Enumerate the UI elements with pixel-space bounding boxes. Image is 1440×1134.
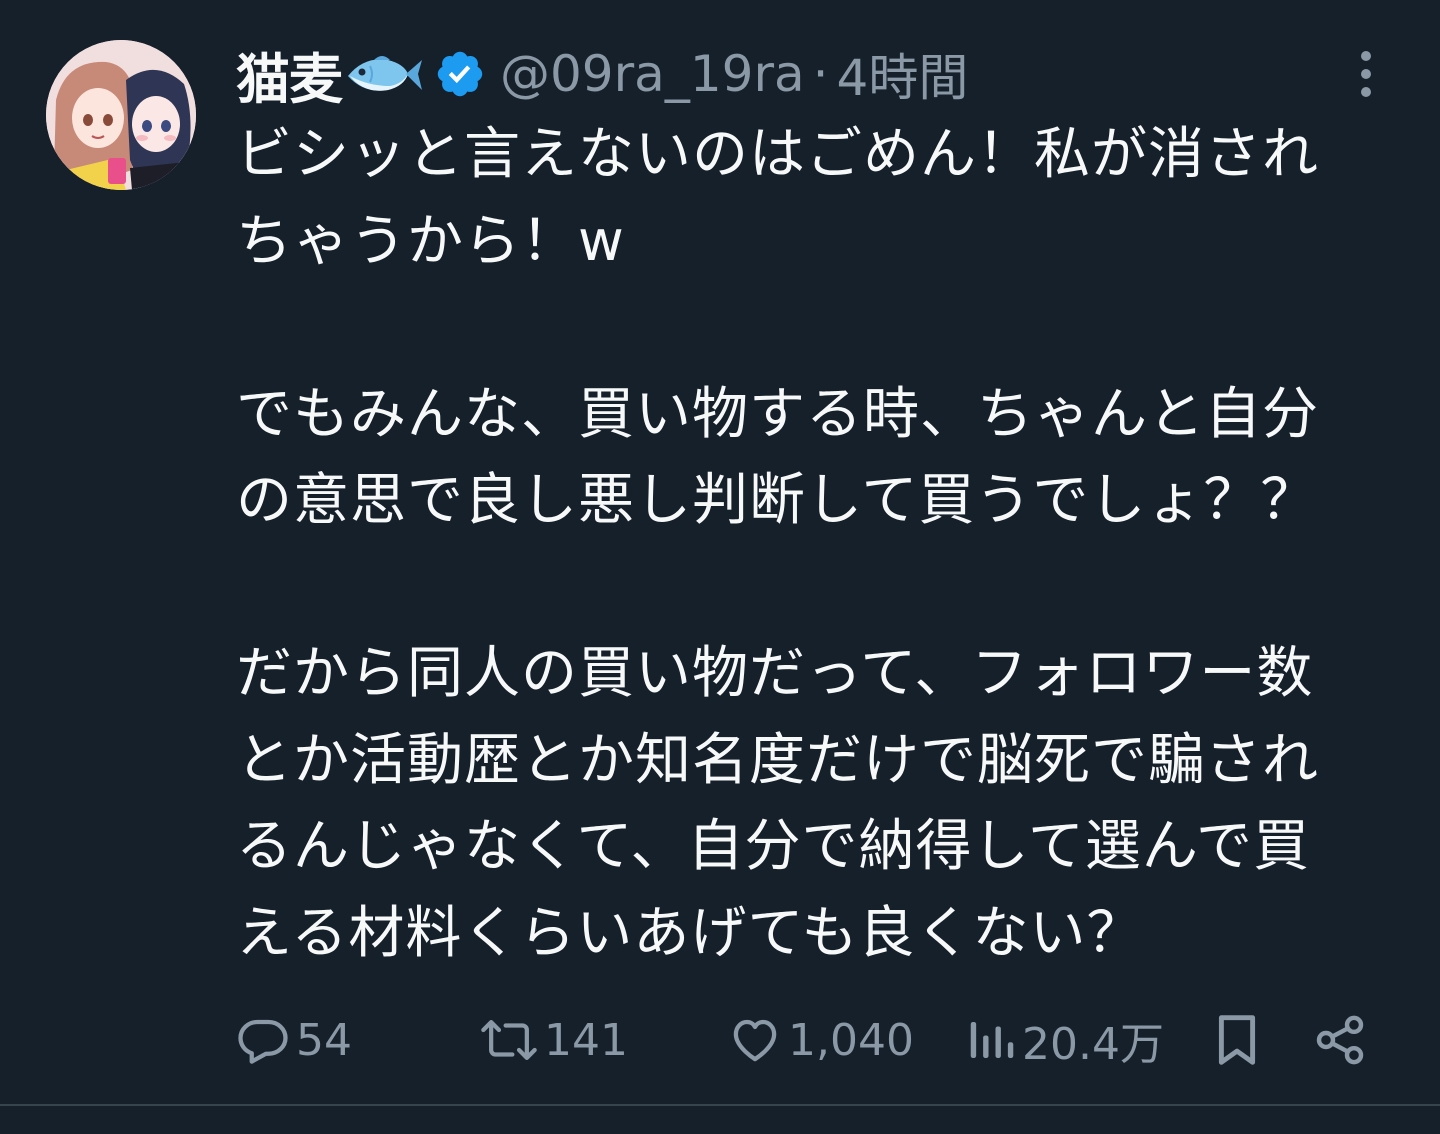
divider xyxy=(0,1104,1440,1106)
share-button[interactable] xyxy=(1312,1005,1368,1075)
share-icon xyxy=(1312,1012,1368,1068)
tweet-line: るんじゃなくて、自分で納得して選んで買 xyxy=(236,814,1311,879)
like-button[interactable]: 1,040 xyxy=(728,1005,914,1075)
more-options-icon[interactable] xyxy=(1348,44,1384,104)
bookmark-icon xyxy=(1210,1011,1264,1069)
retweet-button[interactable]: 141 xyxy=(480,1005,628,1075)
retweet-count: 141 xyxy=(544,1014,628,1066)
analytics-icon xyxy=(966,1013,1016,1067)
reply-button[interactable]: 54 xyxy=(236,1005,352,1075)
tweet-line: ビシッと言えないのはごめん！私が消され xyxy=(236,122,1319,187)
tweet-line: とか活動歴とか知名度だけで脳死で騙され xyxy=(236,727,1319,793)
views-button[interactable]: 20.4万 xyxy=(966,1005,1164,1075)
retweet-icon xyxy=(480,1013,538,1067)
tweet-text: ビシッと言えないのはごめん！私が消され ちゃうから！w でもみんな、買い物する時… xyxy=(236,112,1416,977)
action-bar: 54 141 1,040 20.4万 xyxy=(236,1005,1376,1075)
tweet-line: でもみんな、買い物する時、ちゃんと自分 xyxy=(236,381,1319,447)
display-name[interactable]: 猫麦 xyxy=(236,35,343,114)
reply-count: 54 xyxy=(296,1014,352,1066)
tweet-line: だから同人の買い物だって、フォロワー数 xyxy=(236,641,1314,706)
tweet[interactable]: 猫麦 @09ra_19ra · 4時間 ビシッと言えないのはごめん！私が消され … xyxy=(0,0,1440,1104)
tweet-header: 猫麦 @09ra_19ra · 4時間 xyxy=(236,38,969,111)
verified-badge-icon xyxy=(434,48,486,100)
tweet-line: の意思で良し悪し判断して買うでしょ？？ xyxy=(236,468,1318,533)
user-handle[interactable]: @09ra_19ra xyxy=(500,45,805,103)
heart-icon xyxy=(728,1013,782,1067)
tweet-line: える材料くらいあげても良くない？ xyxy=(236,900,1144,966)
bookmark-button[interactable] xyxy=(1210,1005,1264,1075)
tweet-line: ちゃうから！w xyxy=(236,208,625,274)
view-count: 20.4万 xyxy=(1022,1019,1164,1070)
like-count: 1,040 xyxy=(788,1014,914,1066)
separator-dot: · xyxy=(812,45,829,103)
reply-icon xyxy=(236,1013,290,1067)
timestamp[interactable]: 4時間 xyxy=(837,38,969,110)
fish-icon xyxy=(344,52,422,96)
avatar[interactable] xyxy=(46,40,196,190)
